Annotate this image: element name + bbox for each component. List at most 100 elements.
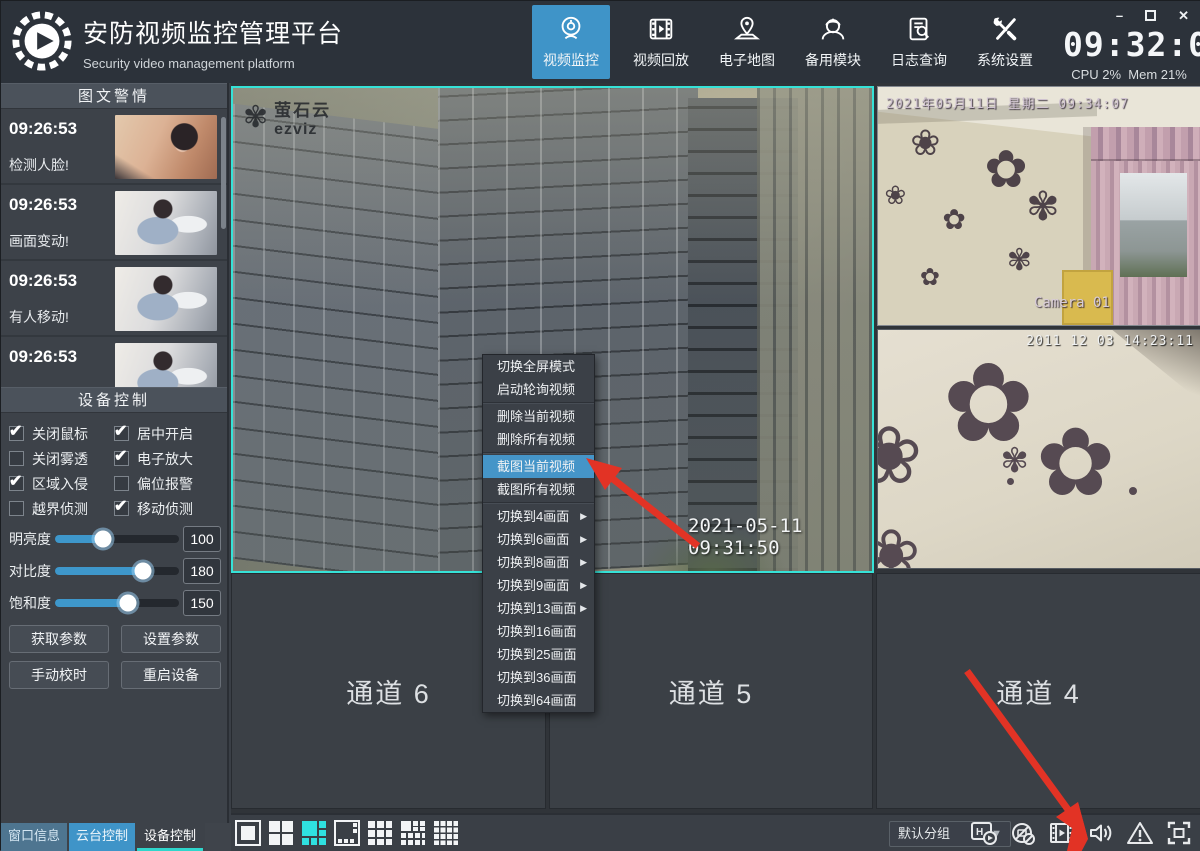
camera-date-osd: 2011 12 03 14:23:11 (1026, 334, 1194, 349)
video-cell-camera01[interactable]: ✿ ❀ ✾ ✿ ❀ ✾ ✿ 2021年05月11日 星期二 09:34:07 C… (877, 86, 1200, 326)
menu-item-switch-64[interactable]: 切换到64画面 (483, 689, 594, 712)
menu-item-switch-4[interactable]: 切换到4画面▶ (483, 505, 594, 528)
menu-item-switch-36[interactable]: 切换到36画面 (483, 666, 594, 689)
reboot-device-button[interactable]: 重启设备 (121, 661, 221, 689)
nav-log-query[interactable]: 日志查询 (876, 5, 962, 79)
menu-item-screenshot-current[interactable]: 截图当前视频 (483, 455, 594, 478)
map-pin-icon (732, 14, 762, 44)
close-button[interactable]: ✕ (1178, 9, 1189, 22)
menu-item-switch-8[interactable]: 切换到8画面▶ (483, 551, 594, 574)
alarm-item-scene-change[interactable]: 09:26:53 画面变动! (1, 185, 227, 261)
menu-item-screenshot-all[interactable]: 截图所有视频 (483, 478, 594, 501)
checkbox-offset-alarm[interactable]: 偏位报警 (114, 471, 219, 496)
menu-item-switch-6[interactable]: 切换到6画面▶ (483, 528, 594, 551)
menu-item-delete-all[interactable]: 删除所有视频 (483, 428, 594, 451)
system-stats: CPU 2% Mem 21% (1063, 67, 1195, 82)
nav-backup-module[interactable]: 备用模块 (790, 5, 876, 79)
saturation-slider[interactable] (55, 599, 179, 607)
layout-9-icon[interactable] (367, 820, 393, 846)
nav-video-monitor[interactable]: 视频监控 (532, 5, 610, 79)
nav-e-map[interactable]: 电子地图 (704, 5, 790, 79)
layout-1-icon[interactable] (235, 820, 261, 846)
app-logo-icon (11, 10, 73, 72)
checkbox-close-mouse[interactable]: ✔关闭鼠标 (9, 421, 114, 446)
checkbox-line-crossing[interactable]: 越界侦测 (9, 496, 114, 521)
slider-thumb[interactable] (135, 563, 152, 580)
slider-thumb[interactable] (120, 595, 137, 612)
video-cell-flowers[interactable]: ✿ ✿ ✾ ❀ ❀ 2011 12 03 14:23:11 (877, 329, 1200, 569)
checkbox-motion-detect[interactable]: ✔移动侦测 (114, 496, 219, 521)
checkbox-icon[interactable]: ✔ (9, 426, 24, 441)
alarm-thumbnail[interactable] (115, 191, 217, 255)
brightness-slider[interactable] (55, 535, 179, 543)
flower-video-feed: ✿ ✿ ✾ ❀ ❀ (878, 330, 1200, 568)
tools-icon (990, 14, 1020, 44)
disable-preview-icon[interactable] (1009, 819, 1037, 847)
minimize-button[interactable]: – (1116, 9, 1123, 22)
layout-4-icon[interactable] (268, 820, 294, 846)
menu-item-start-polling[interactable]: 启动轮询视频 (483, 378, 594, 401)
decode-mode-icon[interactable]: H (970, 819, 998, 847)
checkbox-defog-off[interactable]: 关闭雾透 (9, 446, 114, 471)
tab-device-control[interactable]: 设备控制 (137, 823, 203, 851)
checkbox-icon[interactable]: ✔ (114, 451, 129, 466)
slider-thumb[interactable] (95, 531, 112, 548)
checkbox-icon[interactable] (9, 451, 24, 466)
brightness-value: 100 (183, 526, 221, 552)
alarm-list-scrollbar[interactable] (221, 117, 226, 229)
layout-6-icon-active[interactable] (301, 820, 327, 846)
ezviz-logo-icon: ✾ (243, 103, 268, 133)
record-video-icon[interactable] (1048, 819, 1076, 847)
video-grid-area: ✾ 萤石云 ezviz 2021-05-11 09:31:50 ✿ ❀ ✾ ✿ … (231, 83, 1200, 851)
security-video-platform-window: { "app": { "title": "安防视频监控管理平台", "subti… (0, 0, 1200, 850)
get-params-button[interactable]: 获取参数 (9, 625, 109, 653)
webcam-icon (556, 14, 586, 44)
checkbox-icon[interactable] (114, 476, 129, 491)
clock-block: – ✕ 09:32:06 CPU 2% Mem 21% (1063, 3, 1195, 82)
alarm-item-motion[interactable]: 09:26:53 有人移动! (1, 261, 227, 337)
video-cell-channel5[interactable]: 通道 5 (549, 573, 873, 809)
alarm-warning-icon[interactable] (1126, 819, 1154, 847)
video-toolbar: 默认分组 ▼ H (231, 813, 1200, 851)
room-video-feed: ✿ ❀ ✾ ✿ ❀ ✾ ✿ (878, 87, 1200, 325)
camera-name-osd: Camera 01 (1034, 295, 1110, 311)
tab-ptz-control[interactable]: 云台控制 (69, 823, 135, 851)
tab-window-info[interactable]: 窗口信息 (1, 823, 67, 851)
contrast-value: 180 (183, 558, 221, 584)
checkbox-digital-zoom[interactable]: ✔电子放大 (114, 446, 219, 471)
set-params-button[interactable]: 设置参数 (121, 625, 221, 653)
alarm-thumbnail[interactable] (115, 267, 217, 331)
alarm-panel-title: 图文警情 (1, 83, 227, 109)
layout-13-icon[interactable] (400, 820, 426, 846)
header-bar: 安防视频监控管理平台 Security video management pla… (1, 1, 1200, 83)
layout-8-icon[interactable] (334, 820, 360, 846)
worker-icon (818, 14, 848, 44)
menu-item-switch-25[interactable]: 切换到25画面 (483, 643, 594, 666)
nav-video-playback[interactable]: 视频回放 (618, 5, 704, 79)
alarm-thumbnail[interactable] (115, 115, 217, 179)
checkbox-icon[interactable]: ✔ (114, 501, 129, 516)
checkbox-icon[interactable] (9, 501, 24, 516)
video-timestamp-osd: 2021-05-11 09:31:50 (688, 515, 872, 559)
checkbox-area-intrusion[interactable]: ✔区域入侵 (9, 471, 114, 496)
menu-item-fullscreen-mode[interactable]: 切换全屏模式 (483, 355, 594, 378)
submenu-arrow-icon: ▶ (580, 551, 587, 574)
layout-16-icon[interactable] (433, 820, 459, 846)
checkbox-icon[interactable]: ✔ (114, 426, 129, 441)
checkbox-center-on[interactable]: ✔居中开启 (114, 421, 219, 446)
nav-system-settings[interactable]: 系统设置 (962, 5, 1048, 79)
menu-item-delete-current[interactable]: 删除当前视频 (483, 405, 594, 428)
alarm-item-face[interactable]: 09:26:53 检测人脸! (1, 109, 227, 185)
menu-item-switch-9[interactable]: 切换到9画面▶ (483, 574, 594, 597)
manual-time-sync-button[interactable]: 手动校时 (9, 661, 109, 689)
alarm-thumbnail[interactable] (115, 343, 217, 387)
maximize-button[interactable] (1145, 10, 1156, 21)
contrast-slider[interactable] (55, 567, 179, 575)
video-cell-channel4[interactable]: 通道 4 (876, 573, 1200, 809)
menu-item-switch-16[interactable]: 切换到16画面 (483, 620, 594, 643)
fullscreen-icon[interactable] (1165, 819, 1193, 847)
alarm-item-partial[interactable]: 09:26:53 (1, 337, 227, 387)
volume-icon[interactable] (1087, 819, 1115, 847)
menu-item-switch-13[interactable]: 切换到13画面▶ (483, 597, 594, 620)
checkbox-icon[interactable]: ✔ (9, 476, 24, 491)
